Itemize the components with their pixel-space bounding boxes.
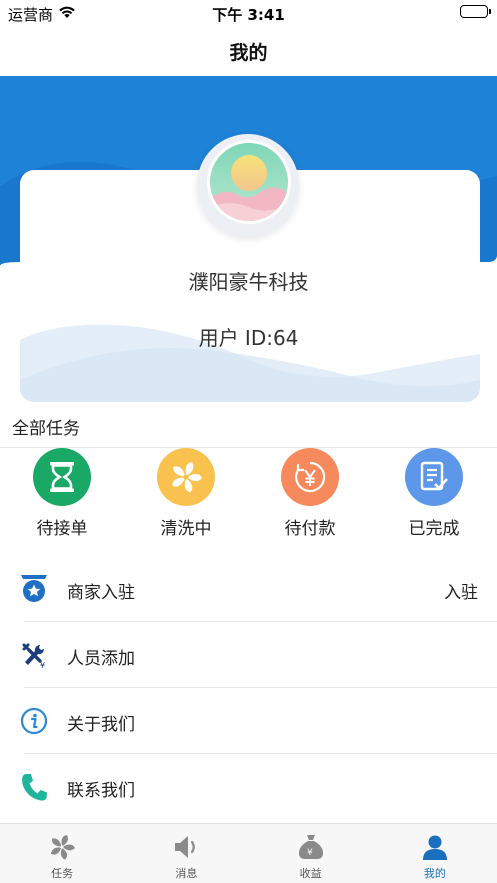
svg-text:¥: ¥ [307, 848, 313, 858]
menu-item-label: 商家入驻 [67, 583, 135, 603]
task-pending-payment[interactable]: 待付款 [248, 448, 372, 540]
speaker-icon [124, 830, 248, 864]
task-cleaning[interactable]: 清洗中 [124, 448, 248, 540]
tab-mine[interactable]: 我的 [373, 824, 497, 883]
menu-list: 商家入驻 入驻 ¥ 人员添加 关于我们 联系我们 [0, 556, 497, 820]
menu-item-merchant-join[interactable]: 商家入驻 入驻 [0, 556, 497, 622]
menu-item-about-us[interactable]: 关于我们 [0, 688, 497, 754]
status-bar: 运营商 下午 3:41 [0, 0, 497, 26]
task-completed[interactable]: 已完成 [372, 448, 496, 540]
tools-icon: ¥ [18, 639, 50, 671]
tab-messages[interactable]: 消息 [124, 824, 248, 883]
money-bag-icon: ¥ [249, 830, 373, 864]
hourglass-icon [33, 448, 91, 506]
tab-label: 消息 [175, 867, 198, 880]
status-time: 下午 3:41 [212, 6, 285, 24]
task-label: 待接单 [36, 519, 88, 539]
tab-label: 任务 [51, 867, 74, 880]
fan-icon [0, 830, 124, 864]
nav-bar: 我的 [0, 26, 497, 76]
battery-icon [460, 5, 491, 18]
menu-item-label: 人员添加 [67, 649, 135, 669]
avatar-image [210, 143, 288, 221]
task-label: 已完成 [408, 519, 460, 539]
phone-icon [18, 771, 50, 803]
tasks-section-title: 全部任务 [12, 419, 80, 439]
task-pending-accept[interactable]: 待接单 [0, 448, 124, 540]
merchant-join-link[interactable]: 入驻 [444, 578, 478, 603]
task-label: 清洗中 [160, 519, 212, 539]
menu-item-label: 联系我们 [67, 781, 135, 801]
tab-earnings[interactable]: ¥ 收益 [249, 824, 373, 883]
merchant-badge-icon [18, 573, 50, 605]
menu-item-add-staff[interactable]: ¥ 人员添加 [0, 622, 497, 688]
company-name: 濮阳豪牛科技 [188, 270, 309, 294]
info-icon [18, 705, 50, 737]
avatar[interactable] [207, 140, 291, 224]
page-title: 我的 [229, 42, 268, 64]
svg-text:¥: ¥ [40, 661, 45, 669]
tab-tasks[interactable]: 任务 [0, 824, 124, 883]
user-id: 用户 ID:64 [198, 326, 299, 350]
person-icon [373, 830, 497, 864]
tab-label: 我的 [423, 867, 446, 880]
tab-label: 收益 [299, 867, 322, 880]
task-label: 待付款 [284, 519, 336, 539]
yen-icon [281, 448, 339, 506]
document-check-icon [405, 448, 463, 506]
menu-item-label: 关于我们 [67, 715, 135, 735]
fan-icon [157, 448, 215, 506]
tab-bar: 任务 消息 ¥ 收益 我的 [0, 823, 497, 883]
menu-item-contact-us[interactable]: 联系我们 [0, 754, 497, 820]
